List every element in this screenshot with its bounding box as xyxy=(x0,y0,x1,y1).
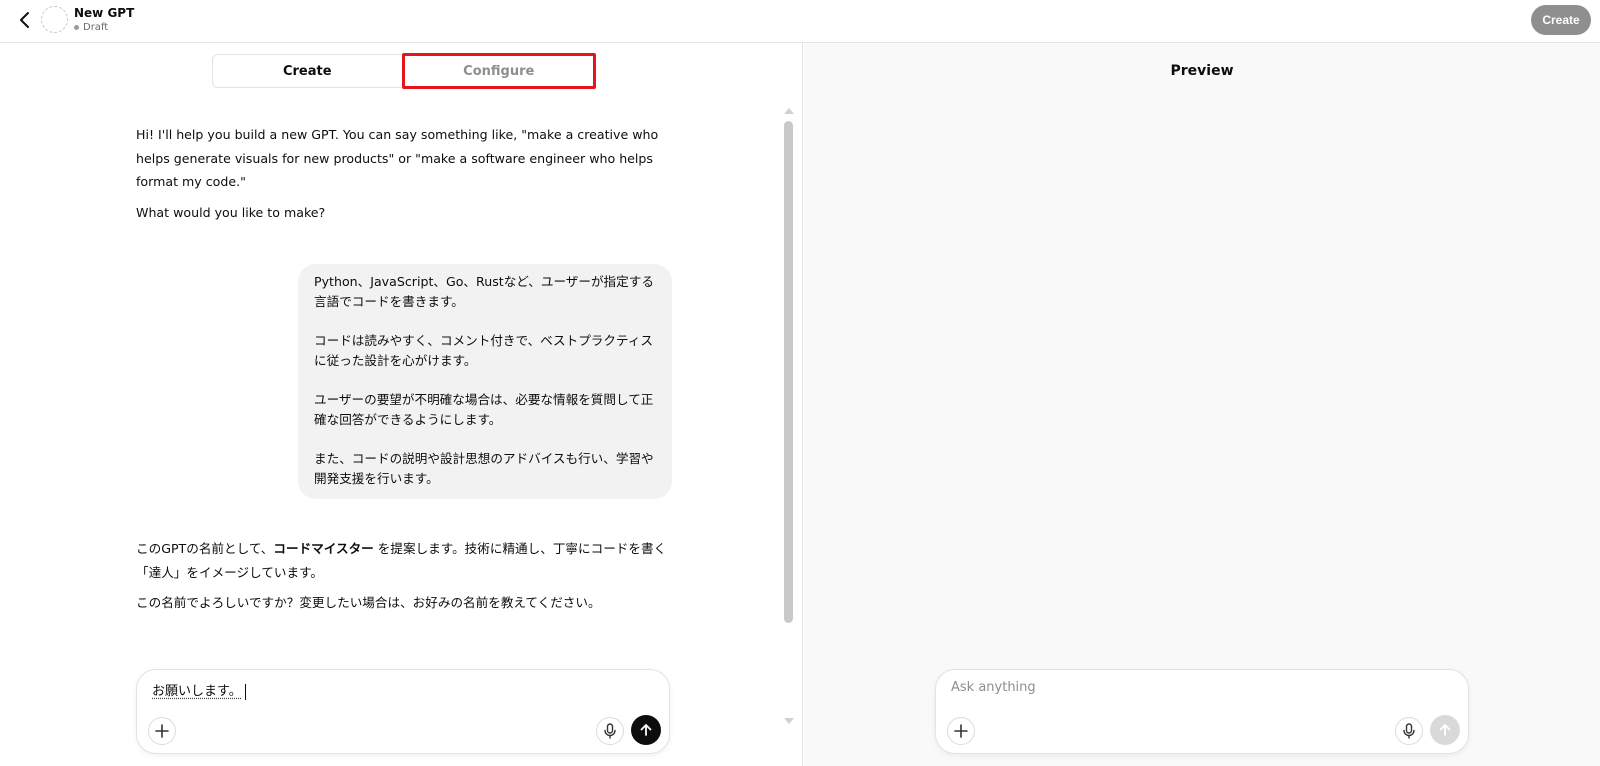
preview-title: Preview xyxy=(1170,63,1234,79)
builder-message-input[interactable]: お願いします。 xyxy=(152,680,632,700)
assistant-reply-text: このGPTの名前として、コードマイスター を提案します。技術に精通し、丁寧にコー… xyxy=(136,537,674,584)
scroll-down-icon[interactable] xyxy=(784,718,794,724)
gpt-name: New GPT xyxy=(74,6,135,20)
tab-configure[interactable]: Configure xyxy=(401,53,596,89)
scroll-thumb[interactable] xyxy=(784,121,793,623)
text-caret xyxy=(244,683,246,700)
reply-prefix: このGPTの名前として、 xyxy=(136,541,274,556)
microphone-icon xyxy=(1403,723,1415,739)
user-message-paragraph: Python、JavaScript、Go、Rustなど、ユーザーが指定する言語で… xyxy=(314,274,654,309)
preview-composer: Ask anything xyxy=(935,669,1469,754)
typed-text: お願いします。 xyxy=(152,684,242,699)
microphone-icon xyxy=(604,723,616,739)
scrollbar[interactable] xyxy=(784,108,794,724)
assistant-reply-question: この名前でよろしいですか？変更したい場合は、お好みの名前を教えてください。 xyxy=(136,595,601,610)
suggested-name: コードマイスター xyxy=(273,541,374,556)
builder-composer: お願いします。 xyxy=(136,669,670,754)
builder-panel: Create Configure Hi! I'll help you build… xyxy=(0,43,803,766)
assistant-intro-text: Hi! I'll help you build a new GPT. You c… xyxy=(136,127,659,189)
arrow-up-icon xyxy=(1439,724,1451,736)
preview-send-button[interactable] xyxy=(1430,715,1460,745)
assistant-message: Hi! I'll help you build a new GPT. You c… xyxy=(136,123,676,224)
mode-tabs: Create Configure xyxy=(212,53,596,89)
top-bar: New GPT Draft Create xyxy=(0,0,1600,43)
plus-icon xyxy=(155,724,169,738)
status-badge: Draft xyxy=(74,22,108,33)
chevron-left-icon xyxy=(20,12,29,28)
arrow-up-icon xyxy=(640,724,652,736)
user-message-paragraph: また、コードの説明や設計思想のアドバイスも行い、学習や開発支援を行います。 xyxy=(314,451,654,486)
preview-attach-button[interactable] xyxy=(947,717,975,745)
create-button[interactable]: Create xyxy=(1531,5,1591,35)
user-message-paragraph: コードは読みやすく、コメント付きで、ベストプラクティスに従った設計を心がけます。 xyxy=(314,333,654,368)
tab-create[interactable]: Create xyxy=(213,55,402,87)
status-label: Draft xyxy=(83,22,109,33)
scroll-up-icon[interactable] xyxy=(784,108,794,114)
back-button[interactable] xyxy=(14,9,36,31)
assistant-question-text: What would you like to make? xyxy=(136,204,326,220)
preview-voice-button[interactable] xyxy=(1395,717,1423,745)
send-button[interactable] xyxy=(631,715,661,745)
status-dot-icon xyxy=(74,25,79,30)
preview-panel: Preview Ask anything xyxy=(804,43,1600,766)
user-message-paragraph: ユーザーの要望が不明確な場合は、必要な情報を質問して正確な回答ができるようにしま… xyxy=(314,392,654,427)
preview-message-input[interactable]: Ask anything xyxy=(951,680,1431,695)
plus-icon xyxy=(954,724,968,738)
gpt-avatar[interactable] xyxy=(41,6,68,33)
user-message: Python、JavaScript、Go、Rustなど、ユーザーが指定する言語で… xyxy=(298,264,672,499)
voice-input-button[interactable] xyxy=(596,717,624,745)
attach-button[interactable] xyxy=(148,717,176,745)
assistant-reply: このGPTの名前として、コードマイスター を提案します。技術に精通し、丁寧にコー… xyxy=(136,537,674,615)
